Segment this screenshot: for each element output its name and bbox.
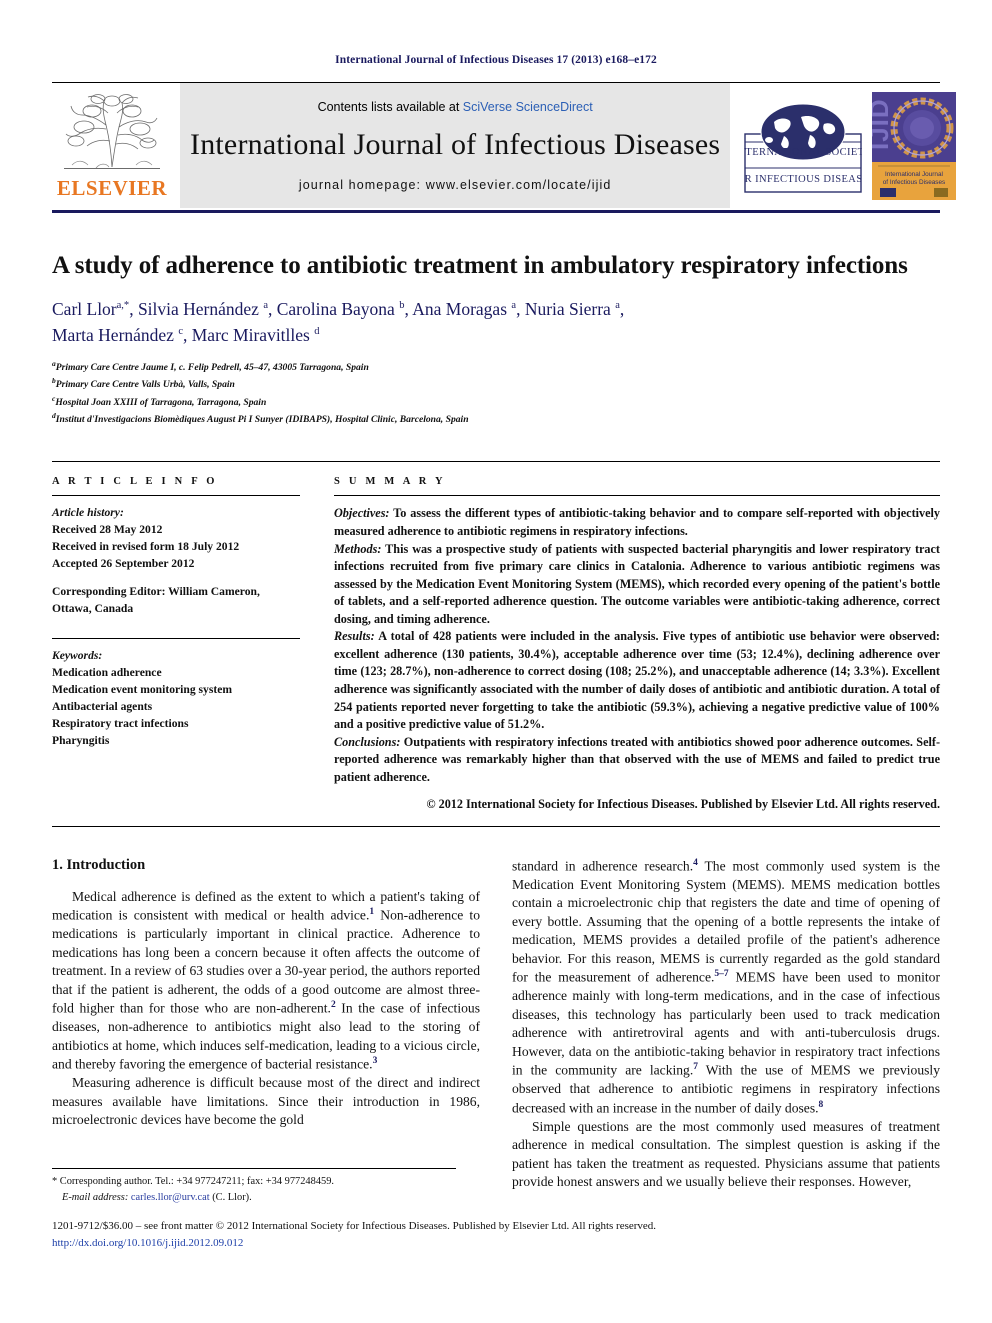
cover-title-line2: of Infectious Diseases (883, 179, 946, 186)
summary-heading: S U M M A R Y (334, 476, 446, 488)
article-history-received: Received 28 May 2012 (52, 523, 163, 537)
elsevier-wordmark: ELSEVIER (56, 176, 168, 200)
affiliation-text: Institut d'Investigacions Biomèdiques Au… (55, 414, 469, 426)
affiliation-text: Primary Care Centre Valls Urbà, Valls, S… (55, 379, 235, 391)
keyword-item: Antibacterial agents (52, 699, 153, 713)
summary-objectives-label: Objectives: (334, 506, 390, 521)
summary-results: Results: A total of 428 patients were in… (334, 628, 940, 733)
summary-conclusions: Conclusions: Outpatients with respirator… (334, 734, 940, 787)
journal-homepage-line[interactable]: journal homepage: www.elsevier.com/locat… (299, 178, 612, 192)
article-history: Article history: Received 28 May 2012 Re… (52, 505, 300, 573)
article-info-column: A R T I C L E I N F O Article history: R… (52, 476, 300, 814)
summary-methods-label: Methods: (334, 541, 382, 556)
journal-masthead: ELSEVIER Contents lists available at Sci… (52, 82, 957, 208)
isid-logo: INTERNATIONAL SOCIETY FOR INFECTIOUS DIS… (738, 83, 868, 208)
front-matter-line: 1201-9712/$36.00 – see front matter © 20… (52, 1220, 657, 1232)
article-info-divider (52, 495, 300, 497)
citation-ref[interactable]: 5–7 (714, 969, 728, 979)
summary-conclusions-label: Conclusions: (334, 734, 401, 749)
article-info-heading: A R T I C L E I N F O (52, 476, 218, 488)
summary-objectives-text: To assess the different types of antibio… (334, 506, 940, 538)
keyword-item: Medication event monitoring system (52, 682, 232, 696)
keywords-list: Keywords: Medication adherence Medicatio… (52, 648, 300, 750)
elsevier-tree-icon (64, 94, 160, 170)
masthead-bottom-rule (52, 210, 940, 213)
affiliation-item: dInstitut d'Investigacions Biomèdiques A… (52, 410, 940, 427)
affiliation-item: bPrimary Care Centre Valls Urbà, Valls, … (52, 375, 940, 392)
article-history-accepted: Accepted 26 September 2012 (52, 557, 195, 571)
author-line-2: Marta Hernández c, Marc Miravitlles d (52, 324, 320, 345)
affiliation-text: Hospital Joan XXIII of Tarragona, Tarrag… (55, 396, 267, 408)
isid-line1: INTERNATIONAL SOCIETY (744, 147, 862, 158)
keyword-item: Respiratory tract infections (52, 716, 189, 730)
intro-paragraph-4: Simple questions are the most commonly u… (512, 1118, 940, 1190)
contents-prefix: Contents lists available at (317, 99, 463, 114)
running-head: International Journal of Infectious Dise… (335, 54, 657, 66)
journal-banner: Contents lists available at SciVerse Sci… (180, 83, 731, 208)
corresponding-author-footnote: * Corresponding author. Tel.: +34 977247… (52, 1168, 456, 1205)
email-link[interactable]: carles.llor@urv.cat (131, 1192, 210, 1203)
intro-p3-part-c: MEMS have been used to monitor adherence… (512, 969, 941, 1078)
keyword-item: Pharyngitis (52, 733, 110, 747)
email-label: E-mail address: (62, 1191, 129, 1203)
isid-globe-icon: INTERNATIONAL SOCIETY FOR INFECTIOUS DIS… (744, 103, 862, 193)
keywords-divider (52, 637, 300, 639)
corresponding-editor-label: Corresponding Editor: (52, 585, 166, 599)
doi-link[interactable]: http://dx.doi.org/10.1016/j.ijid.2012.09… (52, 1235, 940, 1252)
author-list: Carl Llora,*, Silvia Hernández a, Caroli… (52, 297, 940, 348)
section-heading-introduction: 1. Introduction (52, 856, 146, 873)
elsevier-logo: ELSEVIER (52, 83, 172, 208)
summary-results-label: Results: (334, 629, 375, 644)
summary-methods: Methods: This was a prospective study of… (334, 541, 940, 629)
article-history-label: Article history: (52, 506, 124, 520)
keywords-label: Keywords: (52, 648, 103, 662)
body-column-left: 1. Introduction Medical adherence is def… (52, 857, 480, 1192)
summary-results-text: A total of 428 patients were included in… (334, 629, 940, 732)
isid-line2: FOR INFECTIOUS DISEASES (744, 174, 862, 185)
footnote-line-2: E-mail address: carles.llor@urv.cat (C. … (52, 1190, 456, 1206)
journal-title: International Journal of Infectious Dise… (190, 127, 721, 161)
affiliation-text: Primary Care Centre Jaume I, c. Felip Pe… (55, 362, 369, 374)
body-column-right: standard in adherence research.4 The mos… (512, 857, 940, 1192)
page-title: A study of adherence to antibiotic treat… (52, 252, 908, 279)
journal-article-page: International Journal of Infectious Dise… (0, 0, 992, 1323)
article-body: 1. Introduction Medical adherence is def… (52, 857, 940, 1192)
intro-paragraph-2: Measuring adherence is difficult because… (52, 1075, 480, 1128)
summary-copyright: © 2012 International Society for Infecti… (426, 797, 940, 812)
intro-p3-part-b: The most commonly used system is the Med… (512, 858, 940, 985)
intro-p1-part-b: Non-adherence to medications is particul… (52, 907, 480, 1016)
email-suffix: (C. Llor). (209, 1191, 252, 1203)
summary-methods-text: This was a prospective study of patients… (334, 541, 940, 626)
journal-cover-thumbnail: IJID International Journal of Infectious… (868, 83, 960, 208)
ijid-cover-image: IJID International Journal of Infectious… (872, 91, 957, 200)
sciencedirect-link[interactable]: SciVerse ScienceDirect (463, 100, 593, 114)
summary-divider (334, 495, 940, 497)
affiliation-list: aPrimary Care Centre Jaume I, c. Felip P… (52, 358, 940, 427)
article-history-revised: Received in revised form 18 July 2012 (52, 540, 240, 554)
footnote-line-1: * Corresponding author. Tel.: +34 977247… (52, 1174, 456, 1190)
footnote-text: Corresponding author. Tel.: +34 97724721… (57, 1176, 334, 1187)
cover-title-line1: International Journal (885, 171, 943, 178)
corresponding-editor: Corresponding Editor: William Cameron, O… (52, 584, 300, 618)
affiliation-item: aPrimary Care Centre Jaume I, c. Felip P… (52, 358, 940, 375)
citation-ref[interactable]: 8 (819, 1100, 824, 1110)
summary-objectives: Objectives: To assess the different type… (334, 505, 940, 540)
contents-lists-line: Contents lists available at SciVerse Sci… (318, 100, 593, 114)
citation-ref[interactable]: 3 (373, 1056, 378, 1066)
author-line-1: Carl Llora,*, Silvia Hernández a, Caroli… (52, 299, 625, 320)
abstract-block: A R T I C L E I N F O Article history: R… (52, 461, 940, 827)
page-footer: 1201-9712/$36.00 – see front matter © 20… (52, 1218, 940, 1252)
intro-paragraph-3: standard in adherence research.4 The mos… (512, 857, 940, 1118)
keyword-item: Medication adherence (52, 665, 162, 679)
affiliation-item: cHospital Joan XXIII of Tarragona, Tarra… (52, 393, 940, 410)
summary-conclusions-text: Outpatients with respiratory infections … (334, 734, 940, 784)
svg-text:IJID: IJID (872, 98, 894, 150)
intro-p3-part-a: standard in adherence research. (512, 858, 694, 874)
intro-paragraph-1: Medical adherence is defined as the exte… (52, 888, 480, 1074)
summary-column: S U M M A R Y Objectives: To assess the … (334, 476, 940, 814)
